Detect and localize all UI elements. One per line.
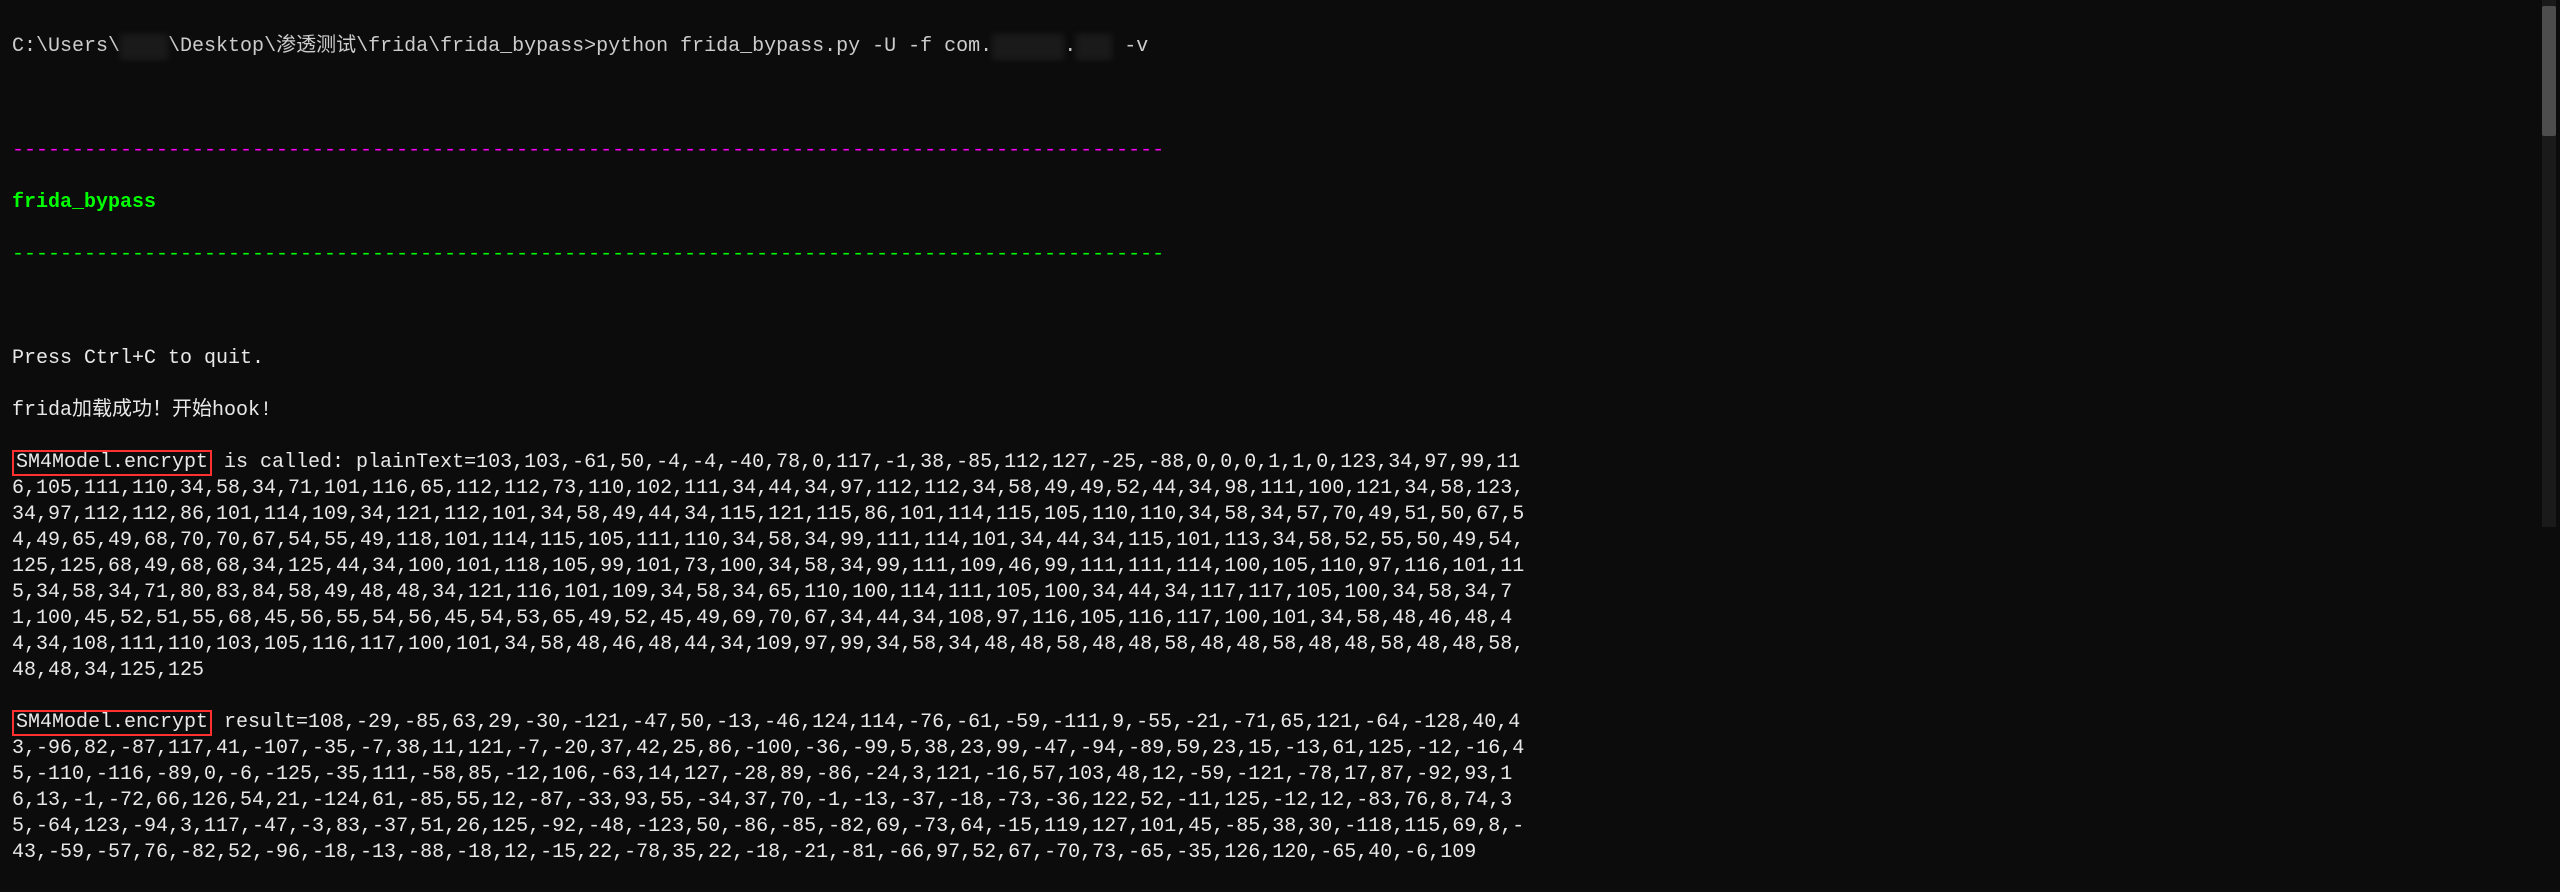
call2-tail: result=108,-29,-85,63,29,-30,-121,-47,50… [12,711,1524,864]
highlight-sm4model-encrypt-1: SM4Model.encrypt [12,450,212,476]
scrollbar-thumb[interactable] [2542,6,2556,136]
cmd-suffix: -v [1112,35,1148,58]
prompt-mid: \Desktop\渗透测试\frida\frida_bypass> [168,35,596,58]
encrypt-call-line-1: SM4Model.encrypt is called: plainText=10… [12,450,1528,684]
separator-green: ----------------------------------------… [12,242,1528,268]
command-prompt-line: C:\Users\████\Desktop\渗透测试\frida\frida_b… [12,34,1528,60]
prompt-prefix: C:\Users\ [12,35,120,58]
call1-tail: is called: plainText=103,103,-61,50,-4,-… [12,451,1524,682]
script-title: frida_bypass [12,190,1528,216]
redacted-package2: ███ [1076,34,1112,60]
cmd-dot: . [1064,35,1076,58]
press-quit-line: Press Ctrl+C to quit. [12,346,1528,372]
terminal-output[interactable]: C:\Users\████\Desktop\渗透测试\frida\frida_b… [0,0,1540,527]
redacted-package1: ██████ [992,34,1064,60]
encrypt-call-line-2: SM4Model.encrypt result=108,-29,-85,63,2… [12,710,1528,866]
blank-line [12,294,1528,320]
cmd-prefix: python frida_bypass.py -U -f com. [596,35,992,58]
redacted-username: ████ [120,34,168,60]
highlight-sm4model-encrypt-2: SM4Model.encrypt [12,710,212,736]
frida-loaded-line: frida加载成功！开始hook! [12,398,1528,424]
separator-magenta: ----------------------------------------… [12,138,1528,164]
blank-line [12,86,1528,112]
